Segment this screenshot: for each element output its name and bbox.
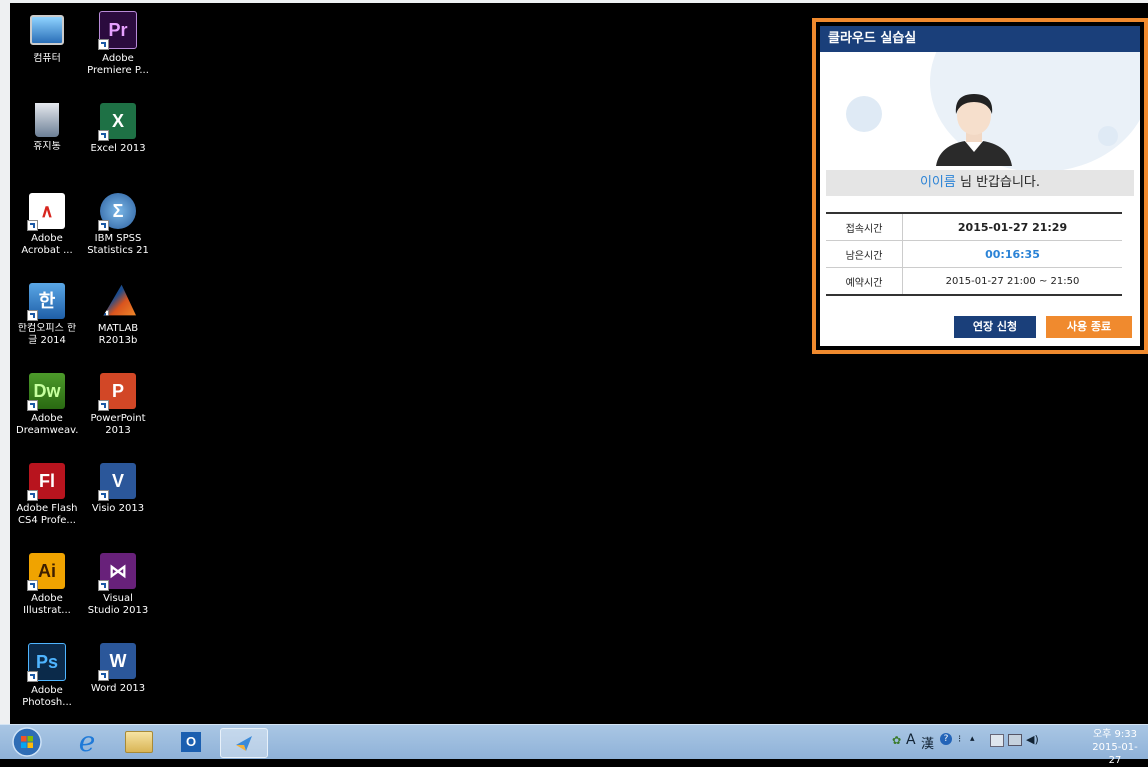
widget-title: 클라우드 실습실 xyxy=(820,26,1140,52)
hanja-mode[interactable]: 漢 xyxy=(921,733,934,752)
file-explorer-icon xyxy=(125,731,153,753)
user-avatar-icon xyxy=(936,94,1012,166)
desktop-icon-dreamweaver[interactable]: Dw Adobe Dreamweav... xyxy=(16,373,78,437)
recycle-bin-icon xyxy=(35,103,59,137)
desktop-icon-photoshop[interactable]: Ps Adobe Photosh... xyxy=(16,643,78,709)
desktop-icon-label: Word 2013 xyxy=(90,683,146,694)
visio-icon: V xyxy=(98,463,136,501)
outlook-icon: O xyxy=(181,732,201,752)
matlab-icon xyxy=(103,284,136,316)
desktop-icon-hangul[interactable]: 한 한컴오피스 한글 2014 xyxy=(16,283,78,347)
end-session-button[interactable]: 사용 종료 xyxy=(1046,316,1132,338)
desktop-icon-powerpoint[interactable]: P PowerPoint 2013 xyxy=(87,373,149,437)
taskbar-file-explorer[interactable] xyxy=(122,728,156,756)
premiere-icon: Pr xyxy=(98,11,137,50)
clock[interactable]: 오후 9:33 2015-01-27 xyxy=(1086,728,1144,767)
session-info-table: 접속시간 2015-01-27 21:29 남은시간 00:16:35 예약시간… xyxy=(826,212,1122,296)
desktop-icon-label: Adobe Acrobat ... xyxy=(21,233,73,256)
welcome-text: 님 반갑습니다. xyxy=(955,175,1041,190)
remaining-time-label: 남은시간 xyxy=(826,240,903,268)
acrobat-icon: ∧ xyxy=(27,193,65,231)
ime-icon[interactable]: ✿ xyxy=(892,734,901,747)
desktop-icon-visual-studio[interactable]: ⋈ Visual Studio 2013 xyxy=(87,553,149,617)
desktop-icon-label: MATLAB R2013b xyxy=(97,323,139,346)
computer-icon xyxy=(30,15,64,45)
illustrator-icon: Ai xyxy=(27,553,65,591)
desktop-icon-label: Adobe Dreamweav... xyxy=(16,413,78,436)
desktop-icon-excel[interactable]: X Excel 2013 xyxy=(87,103,149,155)
desktop-icon-label: IBM SPSS Statistics 21 xyxy=(87,233,149,256)
excel-icon: X xyxy=(98,103,136,141)
desktop-icon-recycle-bin[interactable]: 휴지통 xyxy=(16,103,78,153)
taskbar-ie[interactable]: e xyxy=(70,728,104,756)
reservation-time-label: 예약시간 xyxy=(826,267,903,296)
desktop-icon-label: 한컴오피스 한글 2014 xyxy=(17,323,77,346)
flash-icon: Fl xyxy=(27,463,65,501)
desktop-icon-label: Adobe Illustrat... xyxy=(23,593,71,616)
connect-time-label: 접속시간 xyxy=(826,213,903,241)
taskbar-outlook[interactable]: O xyxy=(174,728,208,756)
desktop-icon-label: PowerPoint 2013 xyxy=(90,413,146,436)
table-row: 접속시간 2015-01-27 21:29 xyxy=(826,213,1122,241)
desktop-icon-label: Visio 2013 xyxy=(91,503,145,514)
desktop-icon-visio[interactable]: V Visio 2013 xyxy=(87,463,149,515)
desktop-icon-flash[interactable]: Fl Adobe Flash CS4 Profe... xyxy=(16,463,78,527)
desktop-icon-matlab[interactable]: MATLAB R2013b xyxy=(87,283,149,347)
reservation-time-value: 2015-01-27 21:00 ~ 21:50 xyxy=(902,267,1122,296)
profile-area xyxy=(820,52,1140,170)
photoshop-icon: Ps xyxy=(27,643,66,682)
desktop-icon-label: Adobe Premiere P... xyxy=(87,53,149,76)
ime-options-icon[interactable]: ⁝ xyxy=(958,734,961,745)
desktop-icon-spss[interactable]: Σ IBM SPSS Statistics 21 xyxy=(87,193,149,257)
desktop-icon-premiere[interactable]: Pr Adobe Premiere P... xyxy=(87,11,149,77)
network-icon[interactable] xyxy=(1008,734,1022,746)
desktop-icon-word[interactable]: W Word 2013 xyxy=(87,643,149,695)
action-center-flag-icon[interactable] xyxy=(990,734,1004,747)
help-icon[interactable]: ? xyxy=(940,733,952,745)
clock-time: 오후 9:33 xyxy=(1092,729,1138,740)
taskbar-active-app[interactable] xyxy=(220,728,268,758)
start-button[interactable] xyxy=(10,727,44,757)
welcome-message: 이이름 님 반갑습니다. xyxy=(826,170,1134,196)
table-row: 예약시간 2015-01-27 21:00 ~ 21:50 xyxy=(826,267,1122,296)
app-icon xyxy=(236,736,252,751)
desktop-icon-label: Visual Studio 2013 xyxy=(87,593,149,616)
word-icon: W xyxy=(98,643,136,681)
desktop-icon-computer[interactable]: 컴퓨터 xyxy=(16,11,78,65)
desktop-icon-label: Adobe Flash CS4 Profe... xyxy=(16,503,78,526)
desktop-icon-acrobat[interactable]: ∧ Adobe Acrobat ... xyxy=(16,193,78,257)
cloud-lab-widget: 클라우드 실습실 이이름 님 반갑습니다. 접속시간 2015-01-27 21… xyxy=(812,18,1148,354)
extend-request-button[interactable]: 연장 신청 xyxy=(954,316,1036,338)
taskbar: e O ✿ A 漢 ? ⁝ ▴ ◀) 오후 9:33 2015-01-27 xyxy=(0,724,1148,766)
desktop-icon-illustrator[interactable]: Ai Adobe Illustrat... xyxy=(16,553,78,617)
desktop-icon-label: Excel 2013 xyxy=(90,143,146,154)
desktop-icon-label: 컴퓨터 xyxy=(33,53,61,64)
spss-icon: Σ xyxy=(98,193,136,231)
hangul-icon: 한 xyxy=(27,283,65,321)
clock-date: 2015-01-27 xyxy=(1092,742,1138,766)
ime-mode[interactable]: A xyxy=(906,732,916,748)
remaining-time-value: 00:16:35 xyxy=(902,240,1122,268)
desktop-icon-label: Adobe Photosh... xyxy=(22,685,72,708)
volume-icon[interactable]: ◀) xyxy=(1026,733,1039,746)
ie-icon: e xyxy=(78,725,96,758)
visual-studio-icon: ⋈ xyxy=(98,553,136,591)
start-orb-icon xyxy=(12,727,42,757)
powerpoint-icon: P xyxy=(98,373,136,411)
connect-time-value: 2015-01-27 21:29 xyxy=(902,213,1122,241)
dreamweaver-icon: Dw xyxy=(27,373,65,411)
table-row: 남은시간 00:16:35 xyxy=(826,240,1122,268)
show-hidden-icons[interactable]: ▴ xyxy=(970,734,975,744)
desktop-icon-label: 휴지통 xyxy=(33,141,61,152)
user-name: 이이름 xyxy=(919,175,956,190)
